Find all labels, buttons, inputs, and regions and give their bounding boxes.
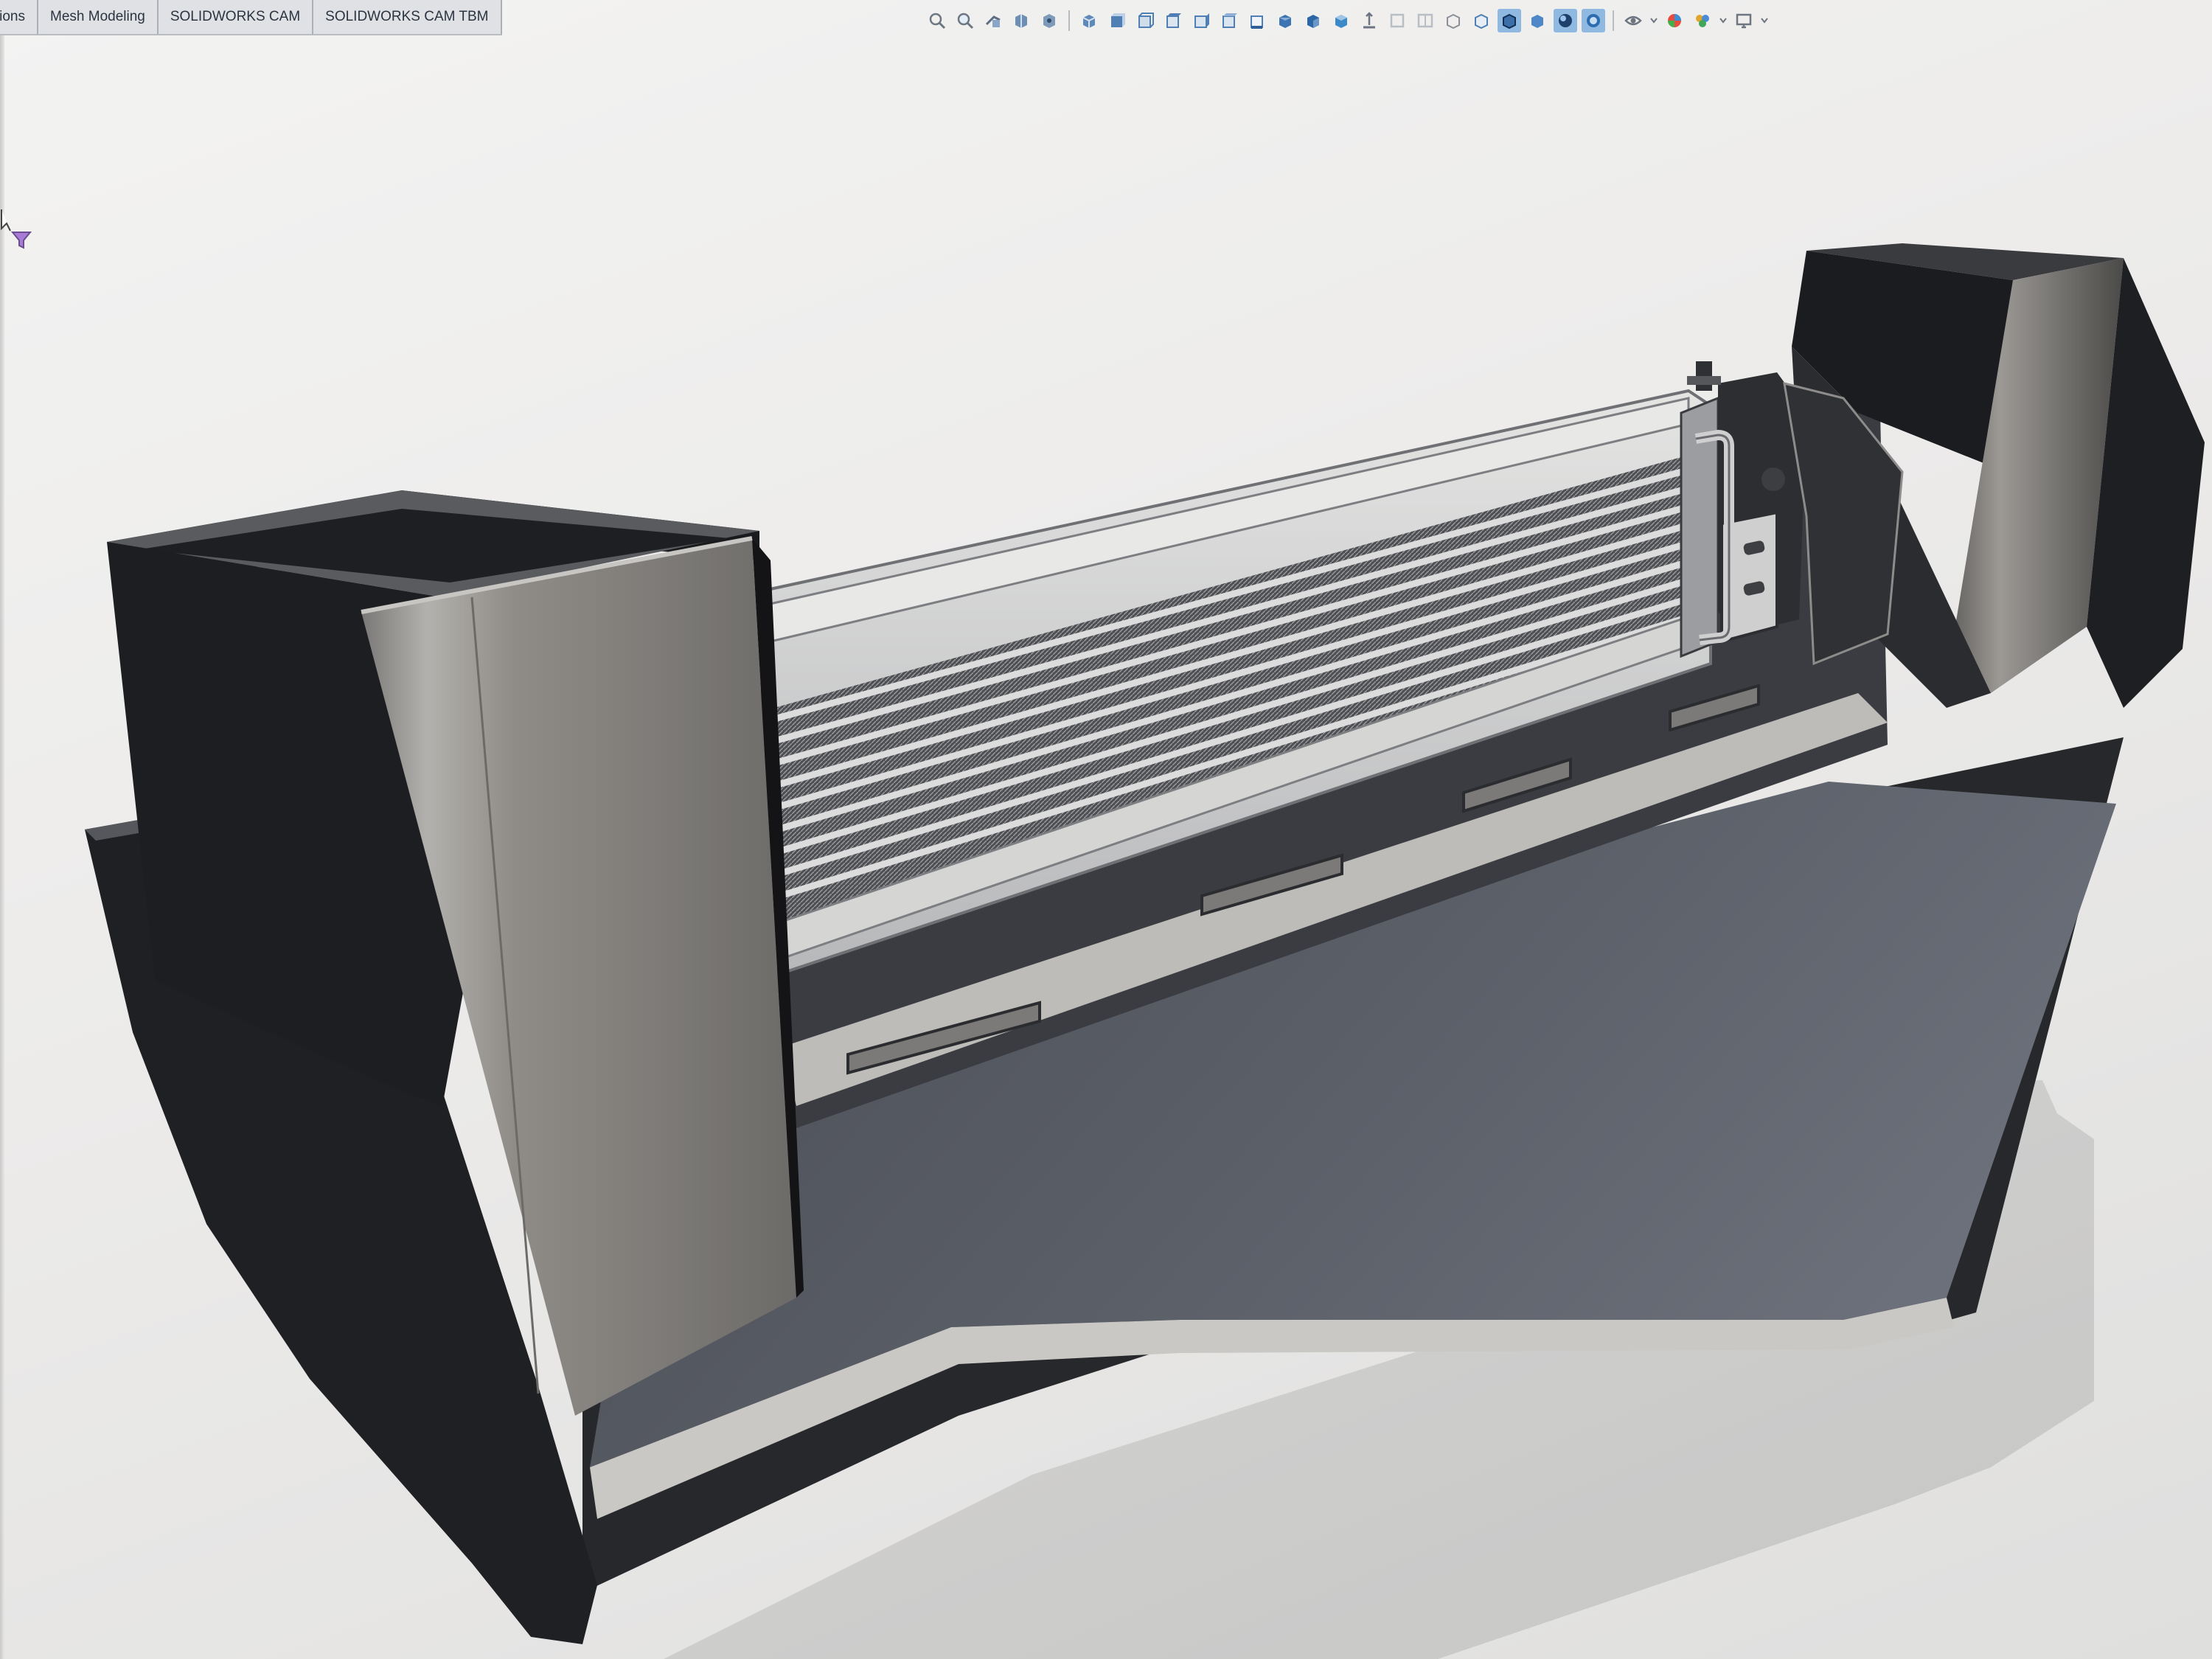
shaded-with-edges-icon[interactable] (1498, 9, 1521, 32)
view-settings-icon[interactable] (1732, 9, 1756, 32)
tab-solidworks-cam-tbm[interactable]: SOLIDWORKS CAM TBM (313, 0, 502, 34)
toolbar-separator (1068, 10, 1070, 31)
window-left-edge (0, 34, 4, 1659)
wireframe-icon[interactable] (1441, 9, 1465, 32)
command-manager-tabs: sions Mesh Modeling SOLIDWORKS CAM SOLID… (0, 0, 502, 35)
edit-appearance-icon[interactable] (1663, 9, 1686, 32)
view-left-icon[interactable] (1161, 9, 1185, 32)
chevron-down-icon[interactable] (1760, 9, 1769, 32)
hidden-lines-icon[interactable] (1470, 9, 1493, 32)
zoom-to-area-icon[interactable] (953, 9, 977, 32)
two-view-icon[interactable] (1413, 9, 1437, 32)
view-dimetric-icon[interactable] (1329, 9, 1353, 32)
tab-mesh-modeling[interactable]: Mesh Modeling (38, 0, 159, 34)
apply-scene-icon[interactable] (1691, 9, 1714, 32)
chevron-down-icon[interactable] (1649, 9, 1658, 32)
view-isometric-icon[interactable] (1273, 9, 1297, 32)
zoom-to-fit-icon[interactable] (925, 9, 949, 32)
view-top-icon[interactable] (1217, 9, 1241, 32)
tab-dimensions[interactable]: sions (0, 0, 38, 34)
view-front-icon[interactable] (1105, 9, 1129, 32)
ambient-occlusion-icon[interactable] (1582, 9, 1605, 32)
section-view-icon[interactable] (1009, 9, 1033, 32)
dynamic-annotation-icon[interactable] (1037, 9, 1061, 32)
view-orientation-icon[interactable] (1077, 9, 1101, 32)
heads-up-view-toolbar (925, 6, 1769, 35)
normal-to-icon[interactable] (1357, 9, 1381, 32)
solidworks-window: sions Mesh Modeling SOLIDWORKS CAM SOLID… (0, 0, 2212, 1659)
view-trimetric-icon[interactable] (1301, 9, 1325, 32)
view-right-icon[interactable] (1189, 9, 1213, 32)
graphics-viewport[interactable] (0, 0, 2212, 1659)
hide-show-items-icon[interactable] (1621, 9, 1645, 32)
single-view-icon[interactable] (1385, 9, 1409, 32)
realview-icon[interactable] (1554, 9, 1577, 32)
shaded-icon[interactable] (1526, 9, 1549, 32)
chevron-down-icon[interactable] (1719, 9, 1728, 32)
toolbar-separator (1613, 10, 1614, 31)
view-bottom-icon[interactable] (1245, 9, 1269, 32)
filter-funnel-icon[interactable] (10, 229, 32, 251)
view-back-icon[interactable] (1133, 9, 1157, 32)
previous-view-icon[interactable] (981, 9, 1005, 32)
tab-solidworks-cam[interactable]: SOLIDWORKS CAM (158, 0, 314, 34)
